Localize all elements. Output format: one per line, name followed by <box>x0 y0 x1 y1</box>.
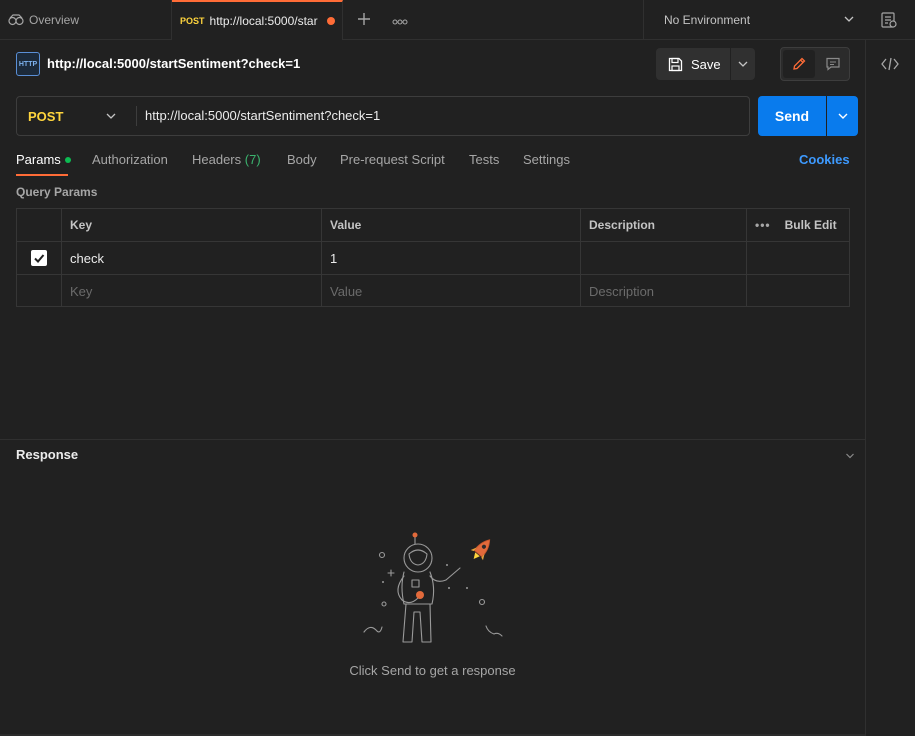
chevron-down-icon <box>106 113 116 119</box>
save-icon <box>668 57 683 71</box>
send-options-button[interactable] <box>827 96 858 136</box>
param-value-input[interactable]: 1 <box>322 242 581 274</box>
chevron-down-icon <box>738 61 748 67</box>
environment-quick-look-icon[interactable] <box>880 11 898 29</box>
tab-tests[interactable]: Tests <box>469 152 499 167</box>
query-params-table: Key Value Description ••• Bulk Edit chec… <box>16 208 850 307</box>
row-checkbox-cell <box>17 242 62 274</box>
method-select[interactable]: POST <box>17 97 135 135</box>
tab-body[interactable]: Body <box>287 152 317 167</box>
cookies-link[interactable]: Cookies <box>799 152 850 167</box>
edit-mode-button[interactable] <box>783 50 815 78</box>
row-actions-cell <box>747 242 849 274</box>
column-header-value: Value <box>322 209 581 241</box>
column-header-description: Description <box>581 209 747 241</box>
more-tabs-button[interactable] <box>390 10 410 30</box>
checkmark-icon <box>34 254 45 263</box>
tab-request-title: http://local:5000/star <box>209 14 318 28</box>
row-actions-cell <box>747 275 849 307</box>
tab-params-label: Params <box>16 152 61 167</box>
tab-params[interactable]: Params <box>16 152 71 167</box>
tab-headers[interactable]: Headers (7) <box>192 152 261 167</box>
tab-request-active[interactable]: POST http://local:5000/star <box>172 0 343 40</box>
bulk-edit-cell: ••• Bulk Edit <box>747 209 849 241</box>
header-checkbox-cell <box>17 209 62 241</box>
query-params-label: Query Params <box>16 185 98 199</box>
tab-overview[interactable]: Overview <box>0 0 172 40</box>
table-row: check 1 <box>17 242 849 275</box>
more-horizontal-icon <box>392 19 408 25</box>
tab-overview-label: Overview <box>29 13 80 27</box>
comment-mode-button[interactable] <box>817 50 849 78</box>
tab-settings[interactable]: Settings <box>523 152 570 167</box>
row-checkbox-cell <box>17 275 62 307</box>
pencil-icon <box>793 57 806 70</box>
tab-authorization[interactable]: Authorization <box>92 152 168 167</box>
environment-label: No Environment <box>664 13 751 27</box>
astronaut-rocket-illustration <box>363 532 503 643</box>
plus-icon <box>358 13 370 25</box>
headers-count: (7) <box>244 152 261 167</box>
save-options-button[interactable] <box>731 48 755 80</box>
request-title[interactable]: http://local:5000/startSentiment?check=1 <box>47 56 300 71</box>
view-mode-toggle <box>780 47 850 81</box>
url-divider <box>136 106 137 126</box>
method-label: POST <box>28 108 64 124</box>
chevron-down-icon[interactable] <box>845 451 855 461</box>
chevron-down-icon <box>844 16 854 22</box>
param-key-input[interactable]: check <box>62 242 322 274</box>
new-tab-button[interactable] <box>354 10 374 30</box>
tab-method-badge: POST <box>180 16 205 26</box>
param-description-input[interactable] <box>581 242 747 274</box>
params-active-dot <box>64 156 71 163</box>
new-param-value-input[interactable]: Value <box>322 275 581 307</box>
table-row-new: Key Value Description <box>17 275 849 308</box>
response-divider[interactable] <box>0 439 865 440</box>
column-header-key: Key <box>62 209 322 241</box>
url-input[interactable]: http://local:5000/startSentiment?check=1 <box>145 108 380 123</box>
environment-select[interactable]: No Environment <box>643 0 865 40</box>
param-enabled-checkbox[interactable] <box>31 250 47 266</box>
tab-bar: Overview POST http://local:5000/star No … <box>0 0 915 40</box>
response-empty-message: Click Send to get a response <box>349 663 516 678</box>
new-param-key-input[interactable]: Key <box>62 275 322 307</box>
comment-icon <box>826 57 840 71</box>
http-request-icon: HTTP <box>16 52 40 76</box>
more-horizontal-icon[interactable]: ••• <box>755 218 771 232</box>
bulk-edit-button[interactable]: Bulk Edit <box>785 218 837 232</box>
overview-icon <box>8 14 24 26</box>
chevron-down-icon <box>838 113 847 119</box>
table-header-row: Key Value Description ••• Bulk Edit <box>17 209 849 242</box>
tab-headers-label: Headers <box>192 152 242 167</box>
tab-pre-request-script[interactable]: Pre-request Script <box>340 152 445 167</box>
code-icon[interactable] <box>880 55 900 73</box>
send-button[interactable]: Send <box>758 96 826 136</box>
response-title: Response <box>16 447 79 462</box>
right-sidebar <box>865 40 915 736</box>
save-label: Save <box>691 56 721 72</box>
new-param-description-input[interactable]: Description <box>581 275 747 307</box>
unsaved-dot <box>326 17 335 25</box>
url-bar: POST http://local:5000/startSentiment?ch… <box>16 96 750 136</box>
save-button[interactable]: Save <box>656 48 730 80</box>
active-tab-indicator <box>16 174 68 176</box>
